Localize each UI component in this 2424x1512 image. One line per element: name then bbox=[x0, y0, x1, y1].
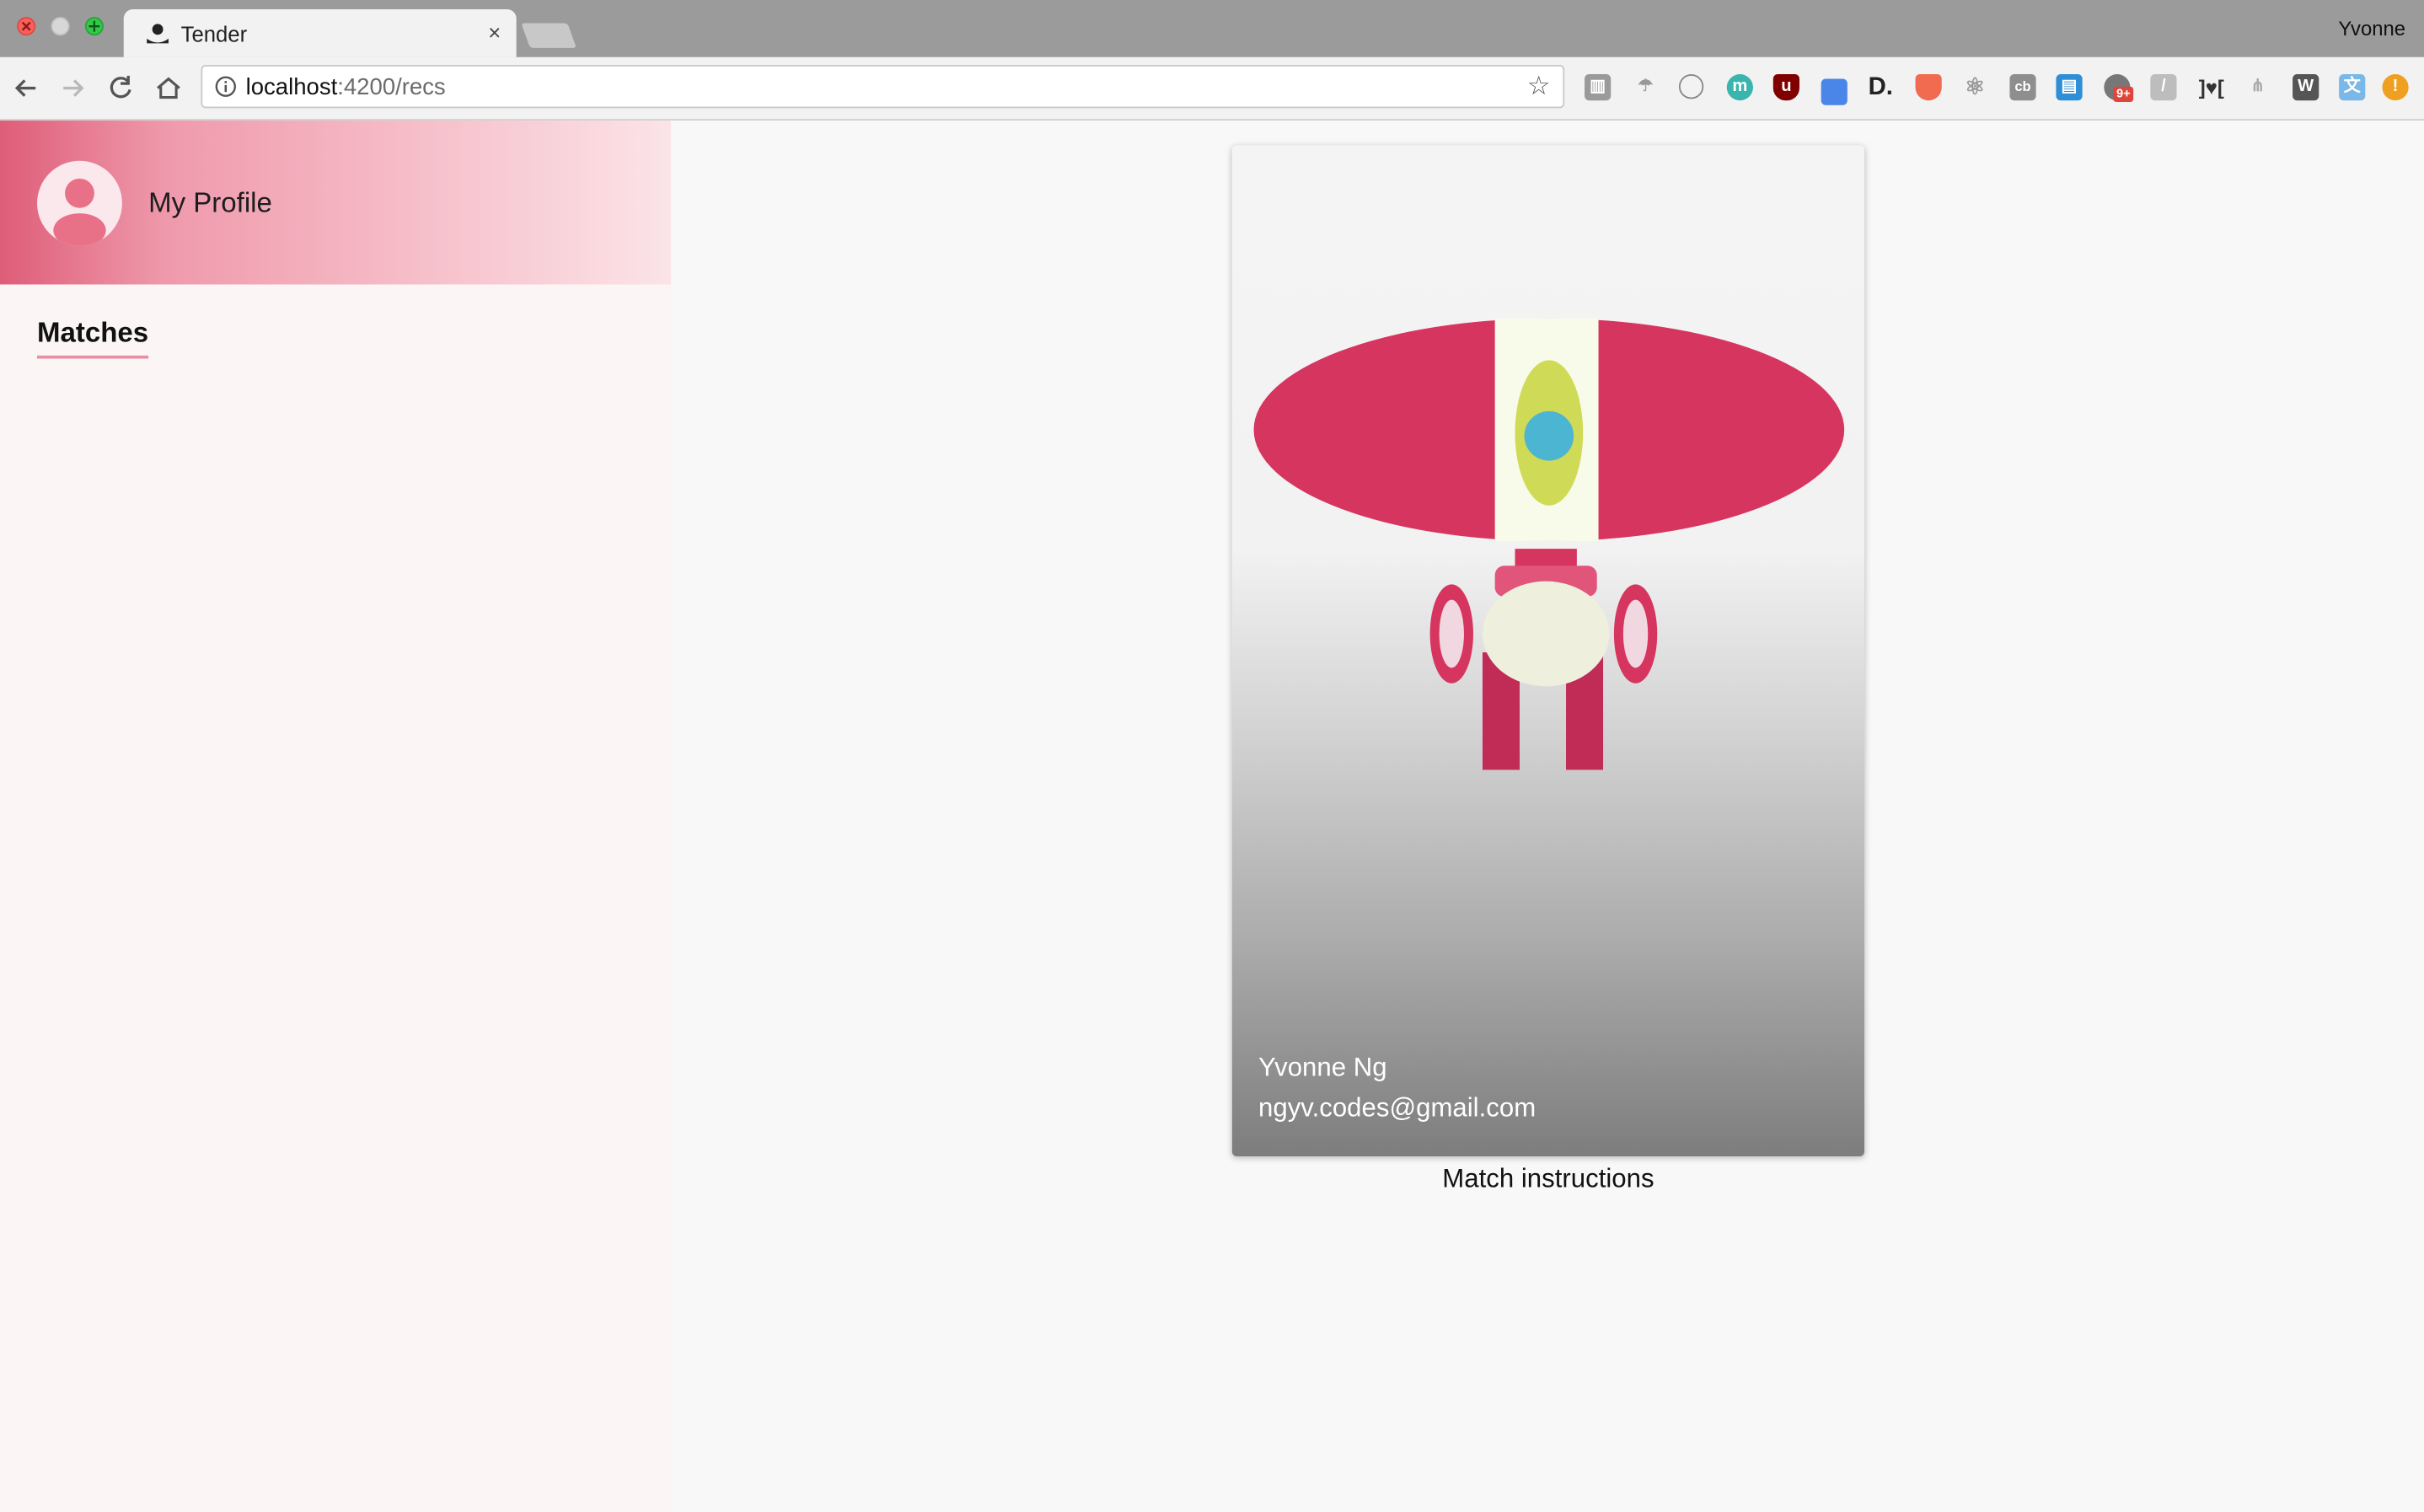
avatar-icon bbox=[37, 160, 122, 246]
tender-favicon-icon bbox=[147, 24, 169, 44]
url-host: localhost bbox=[245, 74, 338, 101]
matches-tab[interactable]: Matches bbox=[37, 317, 149, 359]
slash-icon[interactable]: / bbox=[2150, 74, 2177, 101]
react-icon[interactable]: ⚛ bbox=[1962, 74, 1988, 100]
my-profile-label: My Profile bbox=[148, 186, 272, 218]
close-icon bbox=[21, 21, 31, 31]
d-icon[interactable]: D. bbox=[1868, 74, 1894, 100]
notification-badge: 9+ bbox=[2113, 86, 2134, 103]
profile-picture bbox=[1253, 318, 1845, 770]
browser-profile-name[interactable]: Yvonne bbox=[2338, 17, 2405, 40]
title-bar: Tender × Yvonne bbox=[0, 0, 2424, 57]
tab-title: Tender bbox=[180, 21, 248, 47]
cb-icon[interactable]: cb bbox=[2009, 74, 2036, 101]
translate-icon[interactable]: 文 bbox=[2339, 74, 2366, 101]
browser-toolbar: localhost:4200/recs ☆ ▥ ☂ m u D. ⚛ cb ▤ … bbox=[0, 56, 2424, 121]
my-profile-link[interactable]: My Profile bbox=[0, 121, 672, 285]
eyedropper-icon[interactable] bbox=[1821, 78, 1847, 105]
reload-icon[interactable] bbox=[105, 72, 137, 104]
ublock-icon[interactable]: u bbox=[1772, 74, 1799, 101]
mercury-icon[interactable]: m bbox=[1726, 74, 1753, 101]
back-icon[interactable] bbox=[11, 72, 42, 104]
bracket-heart-icon[interactable]: ]♥[ bbox=[2198, 74, 2224, 100]
recommendation-card[interactable]: Yvonne Ng ngyv.codes@gmail.com bbox=[1231, 145, 1865, 1156]
shield-icon[interactable] bbox=[1915, 74, 1942, 101]
bookmark-star-icon[interactable]: ☆ bbox=[1527, 71, 1551, 102]
card-email: ngyv.codes@gmail.com bbox=[1258, 1092, 1536, 1123]
w-icon[interactable]: W bbox=[2293, 74, 2319, 101]
url-text[interactable]: localhost:4200/recs bbox=[246, 74, 446, 100]
info-icon[interactable] bbox=[215, 76, 237, 98]
reader-icon[interactable]: ▤ bbox=[2056, 74, 2083, 101]
warning-icon[interactable]: ! bbox=[2382, 74, 2409, 101]
browser-window: Tender × Yvonne localhost:4200/recs ☆ ▥ … bbox=[0, 0, 2424, 1512]
tree-icon[interactable]: ⋔ bbox=[2244, 74, 2271, 100]
browser-tab[interactable]: Tender × bbox=[123, 9, 517, 57]
sidebar: My Profile Matches bbox=[0, 121, 672, 1512]
notification-icon[interactable]: 9+ bbox=[2104, 74, 2134, 103]
match-instructions: Match instructions bbox=[1442, 1164, 1654, 1193]
address-bar[interactable]: localhost:4200/recs ☆ bbox=[201, 65, 1565, 109]
app-page: My Profile Matches Yvonne Ng ngyv.codes@… bbox=[0, 121, 2424, 1512]
fullscreen-window-button[interactable] bbox=[84, 17, 104, 36]
expand-icon bbox=[88, 20, 100, 32]
forward-icon[interactable] bbox=[57, 72, 88, 104]
url-path: :4200/recs bbox=[337, 74, 446, 101]
card-name: Yvonne Ng bbox=[1258, 1053, 1387, 1082]
home-icon[interactable] bbox=[153, 72, 185, 104]
minimize-window-button[interactable] bbox=[51, 17, 70, 36]
cloud-icon[interactable]: ☂ bbox=[1633, 74, 1659, 100]
tab-close-icon[interactable]: × bbox=[488, 20, 501, 45]
new-tab-button[interactable] bbox=[521, 23, 577, 48]
clock-icon[interactable] bbox=[1678, 74, 1704, 99]
library-icon[interactable]: ▥ bbox=[1585, 74, 1612, 101]
close-window-button[interactable] bbox=[17, 17, 36, 36]
